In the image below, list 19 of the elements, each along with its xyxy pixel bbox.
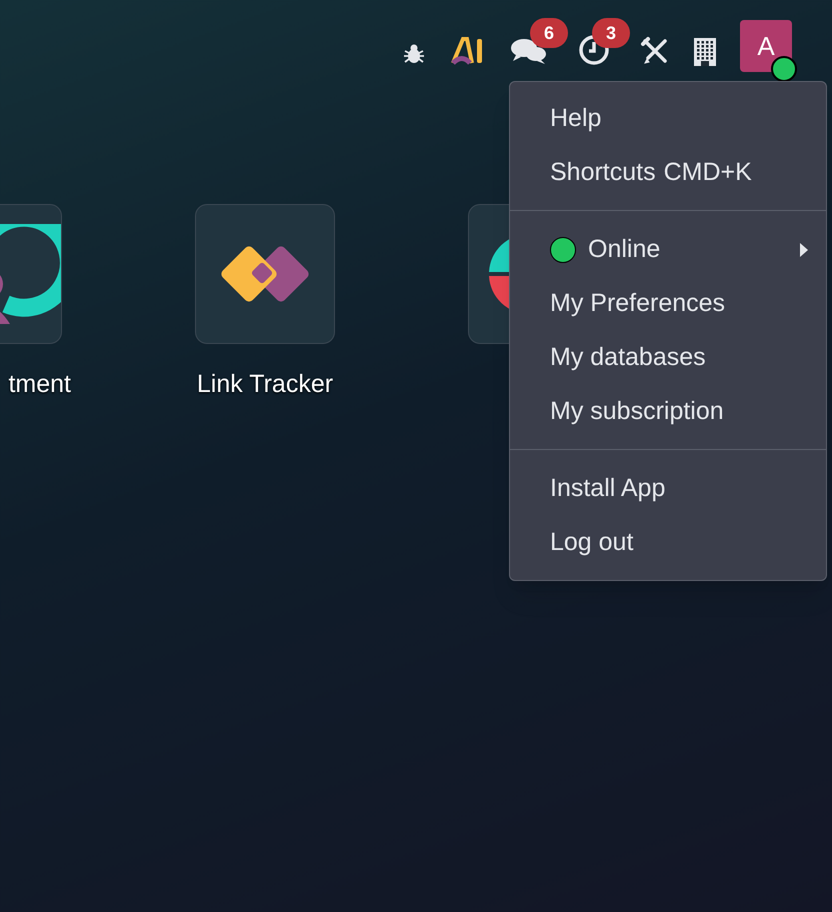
- menu-item[interactable]: My subscription: [510, 385, 826, 439]
- building-icon: [694, 38, 716, 66]
- menu-item[interactable]: Log out: [510, 516, 826, 570]
- count-badge: 6: [530, 18, 568, 48]
- menu-item[interactable]: Help: [510, 92, 826, 146]
- avatar-button[interactable]: A: [740, 20, 797, 82]
- app-label[interactable]: Link Tracker: [196, 366, 334, 404]
- menu-item[interactable]: Online: [510, 223, 826, 277]
- tools-icon: [640, 36, 670, 66]
- app-label[interactable]: tment: [8, 366, 71, 404]
- count-badge: 3: [592, 18, 630, 48]
- chat-button[interactable]: 6: [510, 18, 568, 66]
- app-tile[interactable]: [195, 204, 335, 344]
- menu-item[interactable]: Shortcuts CMD+K: [510, 146, 826, 200]
- menu-item[interactable]: My databases: [510, 331, 826, 385]
- clock-button[interactable]: 3: [578, 18, 630, 66]
- bug-icon: [402, 42, 426, 66]
- menu-item[interactable]: Install App: [510, 462, 826, 516]
- menu-item[interactable]: My Preferences: [510, 277, 826, 331]
